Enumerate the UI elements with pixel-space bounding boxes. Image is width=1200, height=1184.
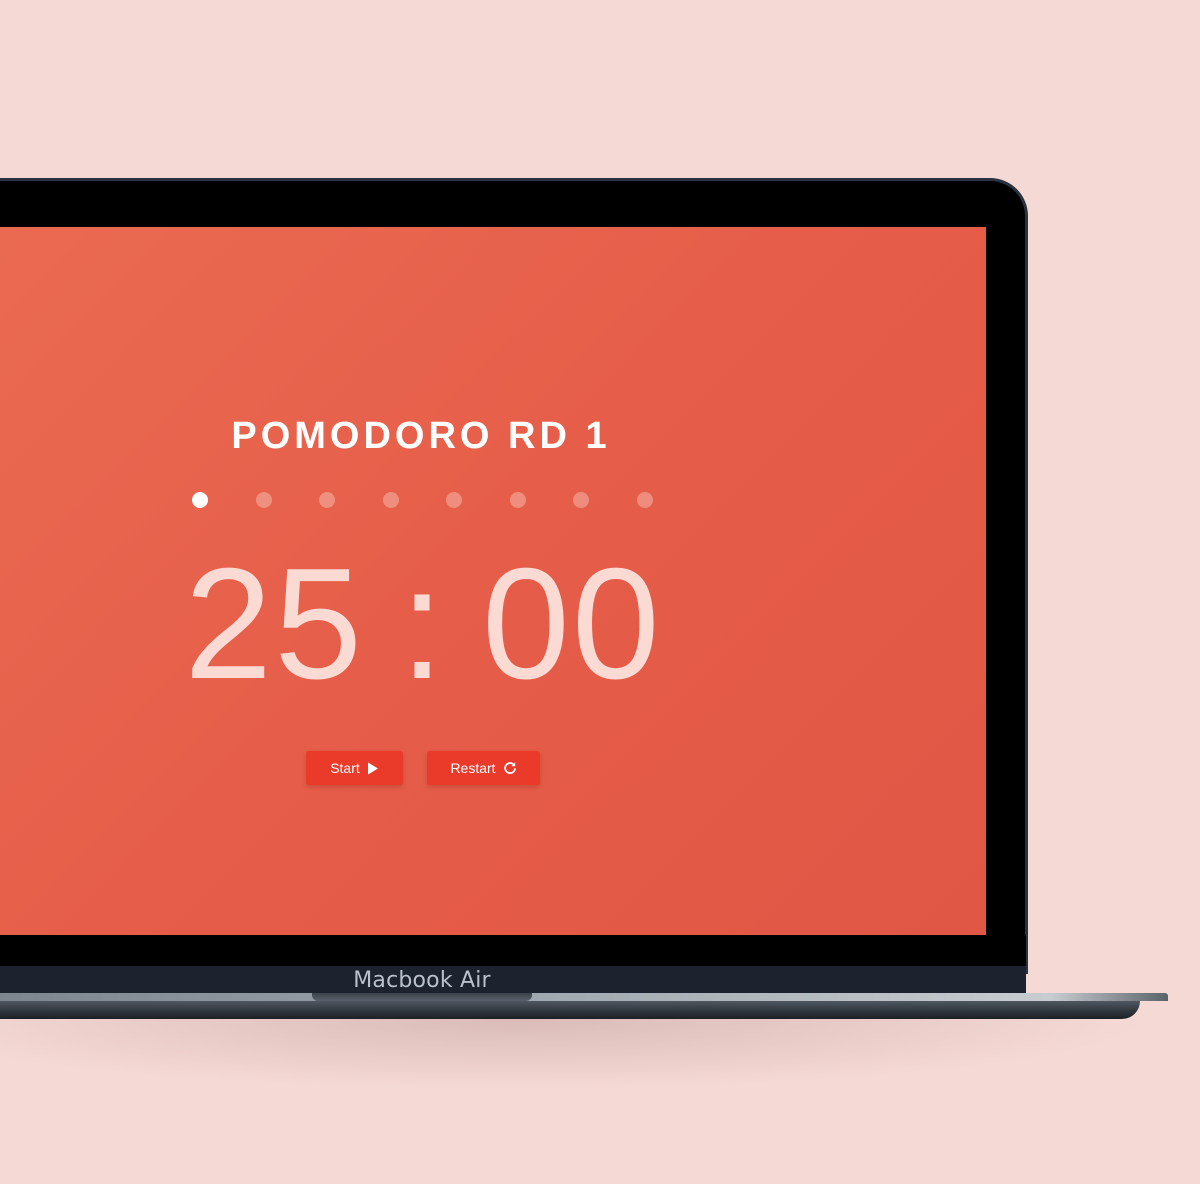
round-dot — [256, 492, 272, 508]
start-button-label: Start — [330, 760, 360, 776]
timer-separator: : — [400, 536, 446, 712]
start-button[interactable]: Start — [306, 751, 403, 785]
round-indicator — [192, 492, 662, 510]
restart-button-label: Restart — [450, 760, 496, 776]
round-dot — [510, 492, 526, 508]
laptop-base-edge — [0, 1001, 1140, 1019]
laptop-base — [0, 993, 1168, 1001]
round-dot — [446, 492, 462, 508]
round-dot — [192, 492, 208, 508]
app-screen: POMODORO RD 1 25:00 Start Restart — [0, 227, 986, 935]
laptop-shadow — [0, 1019, 1150, 1089]
play-icon — [367, 762, 379, 775]
laptop-notch — [312, 993, 532, 1001]
timer-seconds: 00 — [481, 536, 662, 712]
round-dot — [573, 492, 589, 508]
round-dot — [383, 492, 399, 508]
round-dot — [637, 492, 653, 508]
restart-icon — [503, 761, 517, 775]
timer-display: 25:00 — [0, 545, 846, 703]
restart-button[interactable]: Restart — [427, 751, 540, 785]
device-brand-label: Macbook Air — [353, 968, 491, 993]
page-title: POMODORO RD 1 — [231, 415, 611, 457]
round-dot — [319, 492, 335, 508]
timer-minutes: 25 — [184, 536, 365, 712]
